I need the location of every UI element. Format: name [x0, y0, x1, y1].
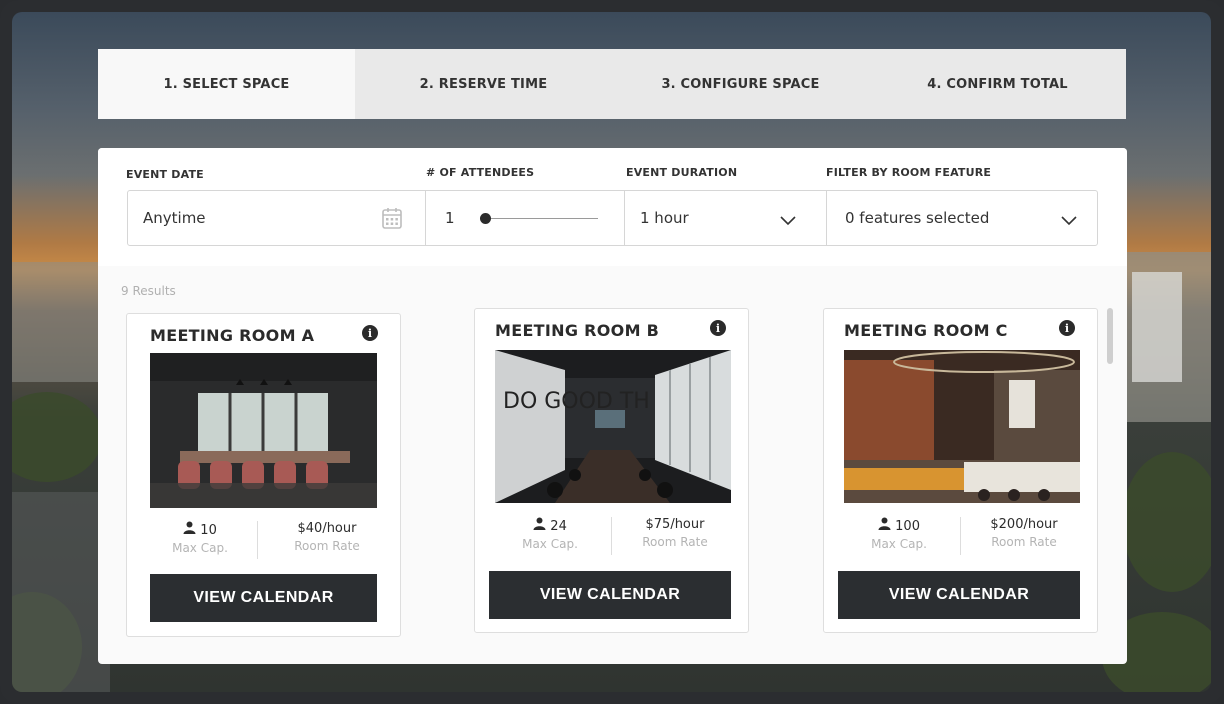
rate-value: $75/hour [645, 517, 705, 532]
event-date-label: EVENT DATE [126, 168, 204, 181]
capacity-label: Max Cap. [871, 537, 927, 551]
attendees-field: 1 [426, 191, 625, 245]
rate-stat: $75/hour Room Rate [619, 517, 731, 549]
step-label: 1. SELECT SPACE [163, 76, 290, 92]
info-icon[interactable]: i [710, 320, 726, 336]
results-count: 9 Results [121, 284, 176, 298]
calendar-icon[interactable] [382, 207, 402, 229]
attendees-value: 1 [445, 209, 455, 227]
person-icon [533, 517, 546, 534]
room-title: MEETING ROOM C [844, 321, 1008, 340]
view-calendar-button[interactable]: VIEW CALENDAR [150, 574, 377, 622]
rate-stat: $40/hour Room Rate [268, 521, 386, 553]
room-card: MEETING ROOM C i 100 Max Cap. $200/hour … [823, 308, 1098, 633]
step-configure-space[interactable]: 3. CONFIGURE SPACE [612, 49, 869, 119]
step-label: 2. RESERVE TIME [419, 76, 548, 92]
rate-label: Room Rate [642, 535, 708, 549]
duration-value: 1 hour [640, 209, 689, 227]
filter-inputs: Anytime 1 1 hour 0 features selected [127, 190, 1098, 246]
step-reserve-time[interactable]: 2. RESERVE TIME [355, 49, 612, 119]
capacity-label: Max Cap. [522, 537, 578, 551]
filter-bar: EVENT DATE # OF ATTENDEES EVENT DURATION… [98, 148, 1127, 266]
rate-value: $200/hour [990, 517, 1058, 532]
attendees-label: # OF ATTENDEES [426, 166, 535, 179]
room-photo [150, 353, 377, 508]
room-card: MEETING ROOM B i DO GOOD TH 24 Max Cap. … [474, 308, 749, 633]
room-stats: 24 Max Cap. $75/hour Room Rate [495, 517, 731, 557]
capacity-stat: 24 Max Cap. [495, 517, 605, 551]
rate-label: Room Rate [991, 535, 1057, 549]
rate-stat: $200/hour Room Rate [968, 517, 1080, 549]
info-icon[interactable]: i [362, 325, 378, 341]
room-title: MEETING ROOM A [150, 326, 315, 345]
duration-select[interactable]: 1 hour [625, 191, 827, 245]
capacity-stat: 10 Max Cap. [150, 521, 250, 555]
step-confirm-total[interactable]: 4. CONFIRM TOTAL [869, 49, 1126, 119]
feature-filter-value: 0 features selected [845, 209, 990, 227]
feature-filter-label: FILTER BY ROOM FEATURE [826, 166, 992, 179]
results-scrollbar[interactable] [1107, 308, 1113, 364]
device-frame: 1. SELECT SPACE 2. RESERVE TIME 3. CONFI… [0, 0, 1224, 704]
room-photo [844, 350, 1080, 503]
slider-handle[interactable] [480, 213, 491, 224]
duration-label: EVENT DURATION [626, 166, 738, 179]
step-label: 4. CONFIRM TOTAL [927, 76, 1068, 92]
event-date-field[interactable]: Anytime [128, 191, 426, 245]
step-nav: 1. SELECT SPACE 2. RESERVE TIME 3. CONFI… [98, 49, 1126, 119]
chevron-down-icon [780, 212, 796, 230]
attendees-slider[interactable] [480, 213, 598, 225]
capacity-label: Max Cap. [172, 541, 228, 555]
rate-label: Room Rate [294, 539, 360, 553]
view-calendar-button[interactable]: VIEW CALENDAR [838, 571, 1080, 619]
chevron-down-icon [1061, 212, 1077, 230]
step-label: 3. CONFIGURE SPACE [661, 76, 820, 92]
capacity-value: 100 [895, 519, 920, 534]
step-select-space[interactable]: 1. SELECT SPACE [98, 49, 355, 119]
capacity-value: 10 [200, 523, 217, 538]
room-stats: 100 Max Cap. $200/hour Room Rate [844, 517, 1080, 557]
rate-value: $40/hour [297, 521, 357, 536]
event-date-value: Anytime [143, 209, 206, 227]
svg-text:DO GOOD TH: DO GOOD TH [503, 389, 650, 414]
room-stats: 10 Max Cap. $40/hour Room Rate [150, 521, 386, 561]
room-title: MEETING ROOM B [495, 321, 660, 340]
info-icon[interactable]: i [1059, 320, 1075, 336]
feature-filter-select[interactable]: 0 features selected [827, 191, 1097, 245]
room-photo: DO GOOD TH [495, 350, 731, 503]
wall-lettering: DO GOOD TH [503, 389, 650, 414]
person-icon [183, 521, 196, 538]
view-calendar-button[interactable]: VIEW CALENDAR [489, 571, 731, 619]
capacity-stat: 100 Max Cap. [844, 517, 954, 551]
room-card: MEETING ROOM A i 10 Max Cap. $40/hour Ro… [126, 313, 401, 637]
booking-panel: EVENT DATE # OF ATTENDEES EVENT DURATION… [98, 148, 1127, 664]
capacity-value: 24 [550, 519, 567, 534]
person-icon [878, 517, 891, 534]
